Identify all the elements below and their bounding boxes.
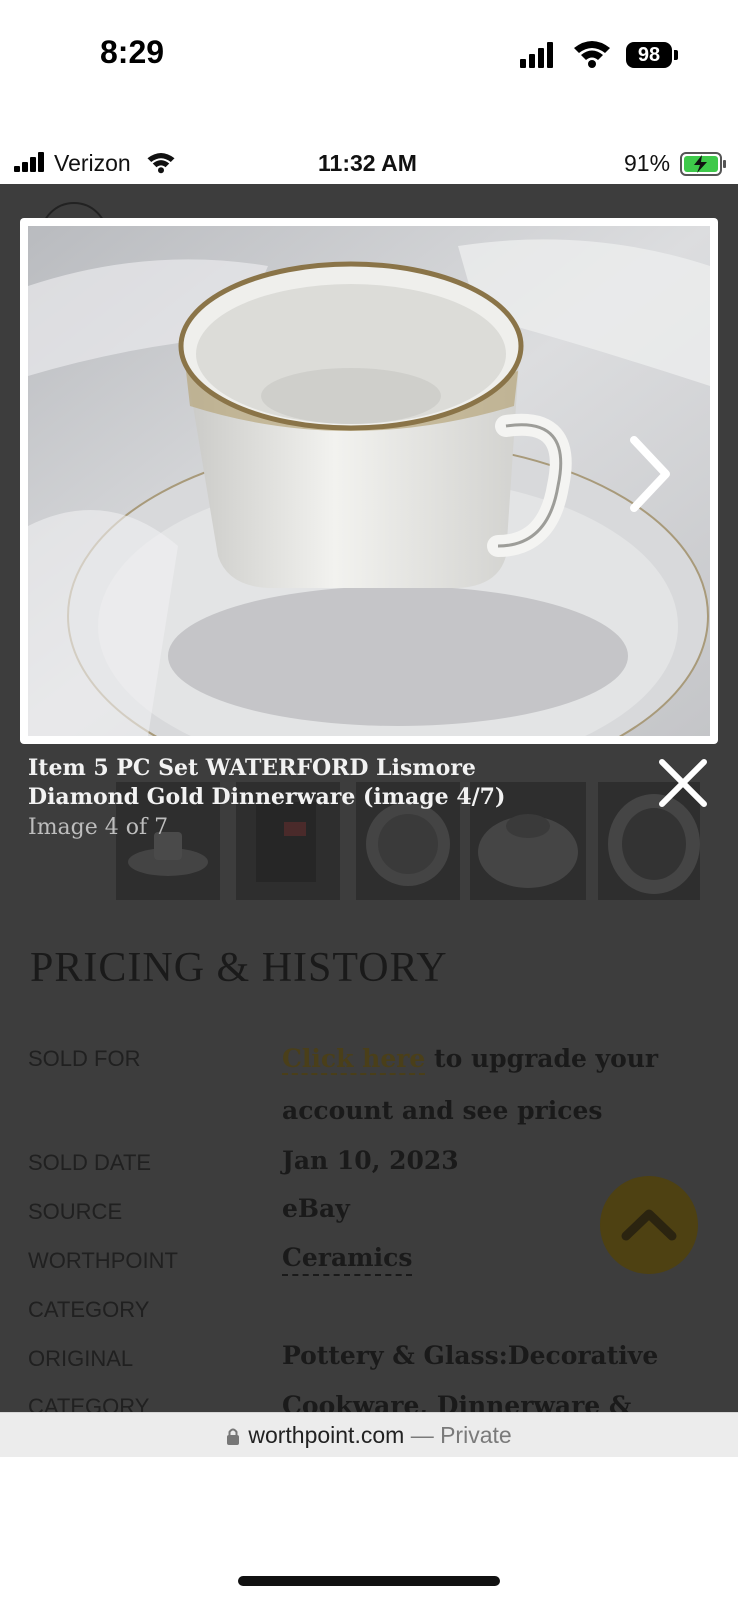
url-domain: worthpoint.com	[248, 1422, 405, 1448]
scroll-to-top-button[interactable]	[600, 1176, 698, 1274]
upgrade-text-line-2: account and see prices	[282, 1096, 603, 1125]
device-clock: 8:29	[100, 34, 165, 70]
cellular-signal-icon	[14, 152, 46, 172]
original-category-label: ORIGINAL	[28, 1346, 134, 1371]
charging-battery-icon	[680, 152, 726, 176]
private-mode-label: — Private	[410, 1422, 512, 1448]
next-image-button[interactable]	[620, 432, 680, 516]
carrier-name: Verizon	[54, 150, 131, 176]
sold-for-value: Click here to upgrade your	[282, 1044, 659, 1075]
worthpoint-category-label: WORTHPOINT	[28, 1248, 178, 1273]
screenshot-status-bar: Verizon 11:32 AM 91%	[0, 142, 738, 184]
lightbox-caption-title: Item 5 PC Set WATERFORD Lismore Diamond …	[28, 755, 506, 810]
wifi-icon	[147, 153, 175, 174]
upgrade-link[interactable]: Click here	[282, 1044, 426, 1075]
worthpoint-category-label-2: CATEGORY	[28, 1297, 150, 1322]
battery-percent: 91%	[624, 150, 671, 176]
sold-date-value: Jan 10, 2023	[282, 1146, 459, 1175]
close-lightbox-button[interactable]	[656, 756, 710, 810]
sold-date-label: SOLD DATE	[28, 1150, 152, 1175]
url-display[interactable]: worthpoint.com — Private	[0, 1413, 738, 1457]
lock-icon	[227, 1428, 240, 1445]
original-category-label-2: CATEGORY	[28, 1394, 150, 1412]
lightbox-image[interactable]	[28, 226, 710, 736]
close-icon	[659, 759, 707, 807]
chevron-up-icon	[621, 1209, 677, 1241]
sold-for-label: SOLD FOR	[28, 1046, 141, 1071]
wifi-icon	[574, 41, 610, 68]
source-label: SOURCE	[28, 1199, 123, 1224]
home-indicator[interactable]	[238, 1576, 500, 1586]
cellular-signal-icon	[520, 42, 556, 68]
battery-tip	[674, 50, 678, 60]
chevron-right-icon	[630, 436, 670, 512]
battery-icon: 98	[626, 42, 672, 68]
upgrade-text: to upgrade your	[434, 1044, 659, 1073]
image-counter: Image 4 of 7	[28, 815, 169, 840]
pricing-history-heading: PRICING & HISTORY	[30, 945, 448, 991]
category-link[interactable]: Ceramics	[282, 1243, 413, 1276]
original-category-value: Pottery & Glass:Decorative	[282, 1341, 659, 1370]
device-status-bar: 8:29 98	[0, 0, 738, 110]
screenshot-clock: 11:32 AM	[318, 150, 417, 176]
original-category-value-2: Cookware, Dinnerware &	[282, 1391, 632, 1412]
browser-address-bar[interactable]: worthpoint.com — Private	[0, 1412, 738, 1457]
source-value: eBay	[282, 1194, 350, 1223]
